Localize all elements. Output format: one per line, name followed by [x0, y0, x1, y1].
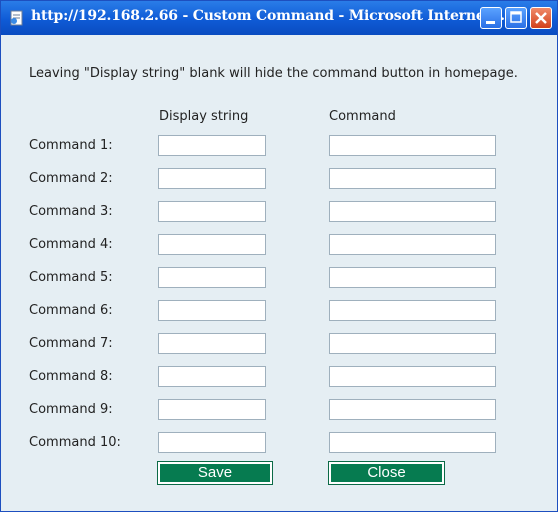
- command-label: Command 1:: [29, 138, 113, 153]
- display-string-input[interactable]: [158, 267, 266, 288]
- display-string-input[interactable]: [158, 135, 266, 156]
- display-string-input[interactable]: [158, 366, 266, 387]
- display-string-input[interactable]: [158, 300, 266, 321]
- title-bar[interactable]: http://192.168.2.66 - Custom Command - M…: [1, 1, 557, 35]
- display-string-input[interactable]: [158, 432, 266, 453]
- command-input[interactable]: [329, 201, 496, 222]
- save-button[interactable]: Save: [157, 461, 273, 485]
- custom-command-window: http://192.168.2.66 - Custom Command - M…: [0, 0, 558, 512]
- display-string-input[interactable]: [158, 333, 266, 354]
- instruction-note: Leaving "Display string" blank will hide…: [29, 66, 518, 81]
- maximize-button[interactable]: [505, 7, 527, 29]
- command-input[interactable]: [329, 168, 496, 189]
- command-label: Command 9:: [29, 402, 113, 417]
- command-input[interactable]: [329, 300, 496, 321]
- display-string-input[interactable]: [158, 234, 266, 255]
- window-title: http://192.168.2.66 - Custom Command - M…: [31, 8, 510, 24]
- display-string-input[interactable]: [158, 399, 266, 420]
- command-label: Command 5:: [29, 270, 113, 285]
- close-window-button[interactable]: [530, 7, 552, 29]
- command-label: Command 10:: [29, 435, 121, 450]
- maximize-icon: [510, 11, 522, 23]
- command-label: Command 4:: [29, 237, 113, 252]
- command-label: Command 6:: [29, 303, 113, 318]
- display-string-input[interactable]: [158, 168, 266, 189]
- display-string-header: Display string: [159, 109, 249, 124]
- command-input[interactable]: [329, 399, 496, 420]
- minimize-button[interactable]: [480, 7, 502, 29]
- command-header: Command: [329, 109, 396, 124]
- command-input[interactable]: [329, 432, 496, 453]
- page-content: Leaving "Display string" blank will hide…: [1, 35, 557, 511]
- ie-page-icon: [9, 10, 25, 26]
- command-label: Command 2:: [29, 171, 113, 186]
- display-string-input[interactable]: [158, 201, 266, 222]
- close-icon: [535, 12, 547, 24]
- command-label: Command 8:: [29, 369, 113, 384]
- close-button[interactable]: Close: [328, 461, 445, 485]
- command-label: Command 7:: [29, 336, 113, 351]
- command-input[interactable]: [329, 135, 496, 156]
- command-input[interactable]: [329, 267, 496, 288]
- command-input[interactable]: [329, 333, 496, 354]
- minimize-icon: [486, 21, 495, 24]
- command-input[interactable]: [329, 366, 496, 387]
- command-label: Command 3:: [29, 204, 113, 219]
- command-input[interactable]: [329, 234, 496, 255]
